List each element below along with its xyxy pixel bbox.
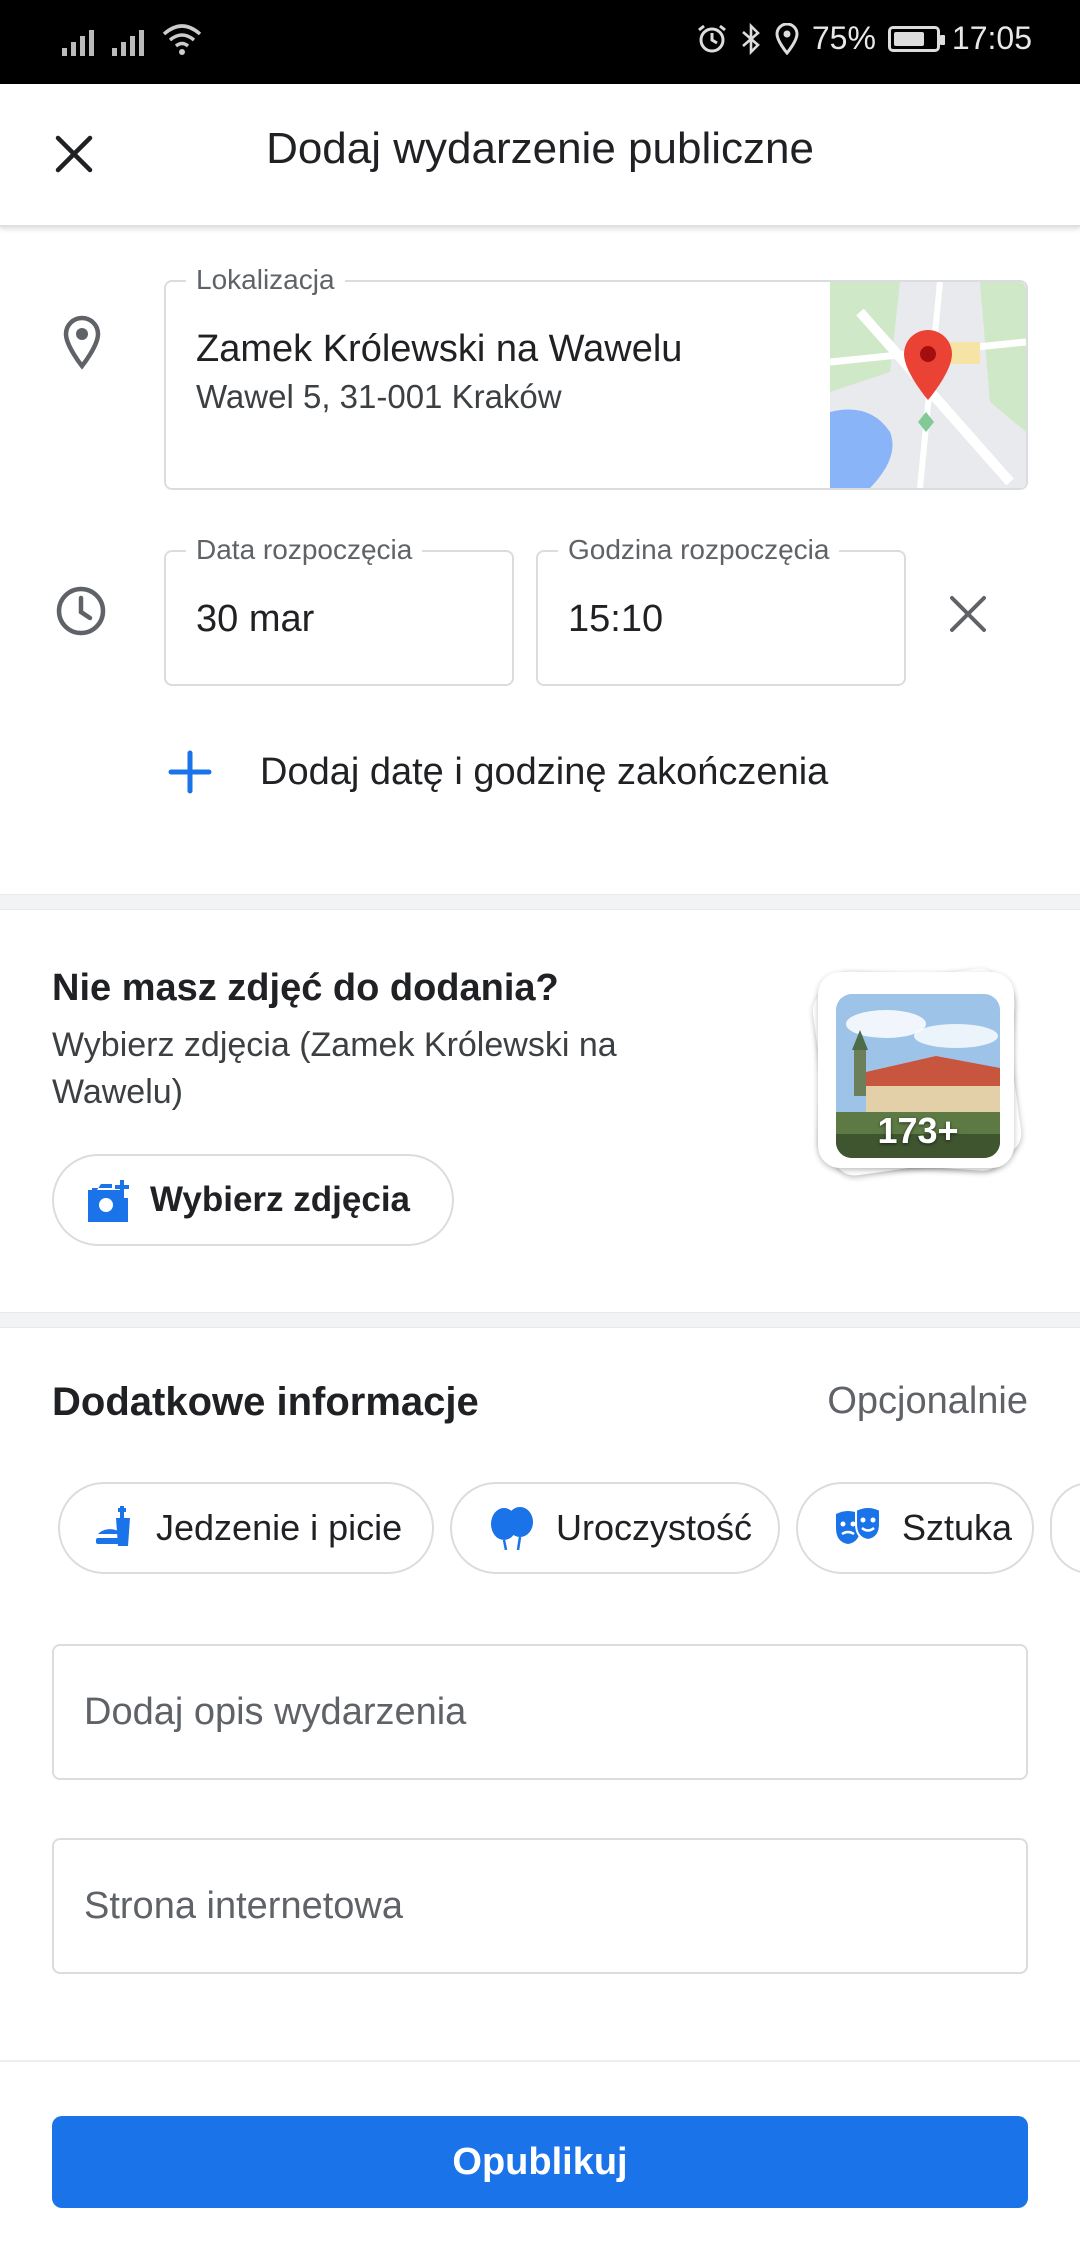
theater-masks-icon: [836, 1506, 881, 1544]
wawel-photo: 173+: [836, 994, 1000, 1158]
location-status-icon: [775, 22, 799, 55]
section-divider: [0, 1312, 1080, 1328]
clock-time: 17:05: [951, 20, 1032, 56]
clock-icon: [56, 586, 106, 636]
start-date-label: Data rozpoczęcia: [186, 534, 423, 566]
chip-food-drink[interactable]: Jedzenie i picie: [58, 1482, 434, 1574]
location-field[interactable]: Lokalizacja Zamek Królewski na Wawelu Wa…: [164, 264, 1028, 490]
chip-more[interactable]: [1050, 1482, 1080, 1574]
choose-photos-label: Wybierz zdjęcia: [150, 1180, 411, 1219]
wifi-icon: [162, 24, 202, 55]
battery-percent: 75%: [811, 20, 876, 56]
status-bar: 75% 17:05: [0, 0, 1080, 84]
add-end-date-button[interactable]: Dodaj datę i godzinę zakończenia: [168, 750, 828, 794]
signal-icon: [112, 22, 144, 56]
start-date-value: 30 mar: [196, 598, 315, 640]
event-description-input[interactable]: Dodaj opis wydarzenia: [52, 1644, 1028, 1780]
alarm-icon: [697, 24, 726, 52]
location-pin-icon: [63, 315, 101, 370]
photo-stack[interactable]: 173+: [809, 965, 1026, 1179]
close-icon: [950, 596, 986, 632]
bluetooth-icon: [742, 22, 760, 55]
status-right: 75% 17:05: [696, 20, 1032, 57]
signal-icon: [62, 22, 94, 56]
clear-time-button[interactable]: [940, 586, 996, 642]
start-time-field[interactable]: Godzina rozpoczęcia 15:10: [536, 534, 906, 686]
map-thumbnail[interactable]: [830, 282, 1026, 488]
location-address: Wawel 5, 31-001 Kraków: [196, 378, 562, 415]
start-time-label: Godzina rozpoczęcia: [558, 534, 840, 566]
section-divider: [0, 894, 1080, 910]
start-time-value: 15:10: [568, 598, 664, 640]
battery-fill: [893, 31, 924, 46]
map-image: [830, 282, 1026, 488]
location-label: Lokalizacja: [186, 264, 345, 296]
add-photo-icon: [88, 1180, 129, 1222]
photos-title: Nie masz zdjęć do dodania?: [52, 967, 559, 1009]
plus-icon: [168, 750, 212, 794]
battery-icon: [887, 25, 945, 52]
chip-celebration-label: Uroczystość: [556, 1507, 753, 1548]
choose-photos-button[interactable]: Wybierz zdjęcia: [52, 1154, 454, 1246]
balloons-icon: [491, 1507, 533, 1550]
publish-button[interactable]: Opublikuj: [52, 2116, 1028, 2208]
signal-indicators: [62, 22, 202, 56]
photo-count: 173+: [877, 1110, 959, 1151]
page-title: Dodaj wydarzenie publiczne: [266, 124, 814, 173]
location-name: Zamek Królewski na Wawelu: [196, 328, 683, 370]
start-date-field[interactable]: Data rozpoczęcia 30 mar: [164, 534, 514, 686]
photos-subtitle: Wybierz zdjęcia (Zamek Królewski na Wawe…: [52, 1026, 617, 1111]
photo-card-front: 173+: [818, 972, 1014, 1168]
app-bar: Dodaj wydarzenie publiczne: [0, 84, 1080, 227]
optional-label: Opcjonalnie: [827, 1380, 1028, 1422]
food-drink-icon: [96, 1506, 130, 1546]
chip-food-drink-label: Jedzenie i picie: [156, 1507, 403, 1548]
add-end-date-label: Dodaj datę i godzinę zakończenia: [260, 750, 829, 793]
additional-info-title: Dodatkowe informacje: [52, 1380, 479, 1424]
website-input[interactable]: Strona internetowa: [52, 1838, 1028, 1974]
chip-celebration[interactable]: Uroczystość: [450, 1482, 780, 1574]
chip-art-label: Sztuka: [902, 1507, 1013, 1548]
chip-art[interactable]: Sztuka: [796, 1482, 1034, 1574]
